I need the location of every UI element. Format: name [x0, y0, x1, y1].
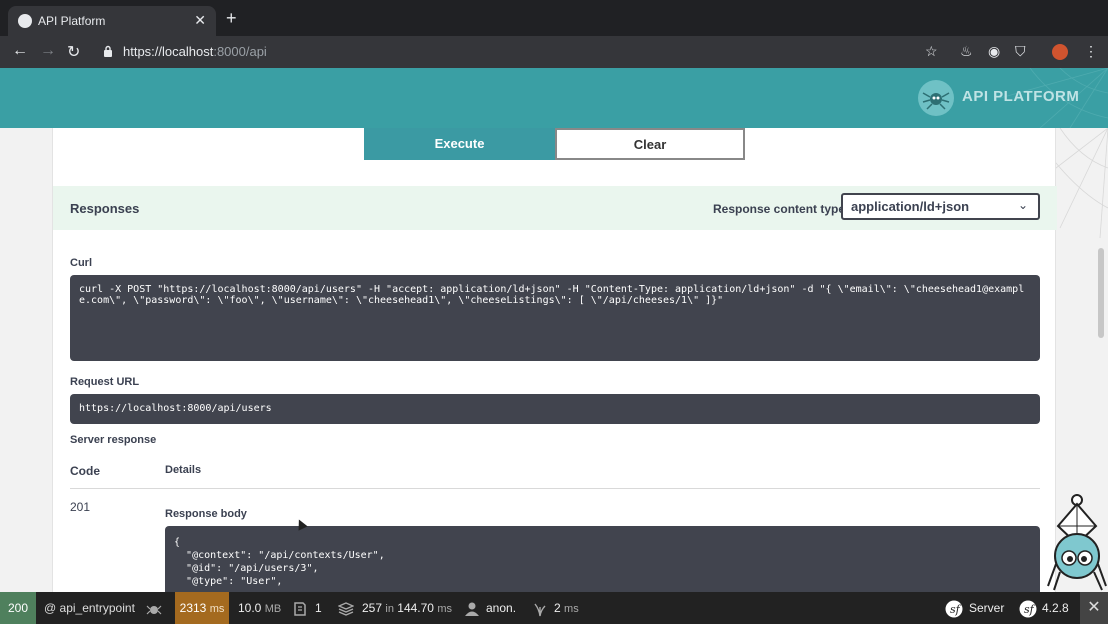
- twig-time-value: 2: [554, 601, 561, 615]
- reload-icon[interactable]: ↻: [67, 42, 80, 62]
- twig-time-unit: ms: [564, 603, 579, 615]
- security-user[interactable]: anon.: [486, 592, 516, 624]
- code-column-header: Code: [70, 464, 100, 478]
- request-time-value: 2313: [179, 601, 207, 615]
- request-time[interactable]: 2313 ms: [175, 592, 229, 624]
- browser-tab-bar: API Platform ✕ +: [0, 0, 1108, 36]
- star-icon[interactable]: ☆: [925, 43, 938, 60]
- twig-render-time[interactable]: 2 ms: [554, 592, 579, 624]
- user-icon[interactable]: [464, 592, 480, 624]
- symfony-debug-toolbar: 200 @ api_entrypoint 2313 ms 10.0 MB 1 2…: [0, 592, 1108, 624]
- url-path: :8000/api: [213, 44, 267, 59]
- twig-icon[interactable]: [533, 592, 547, 624]
- api-platform-icon[interactable]: [146, 592, 162, 624]
- http-client-icon[interactable]: [292, 592, 308, 624]
- menu-kebab-icon[interactable]: ⋮: [1084, 43, 1098, 60]
- tab-title: API Platform: [38, 14, 106, 28]
- new-tab-button[interactable]: +: [226, 8, 237, 29]
- memory-value: 10.0: [238, 601, 262, 615]
- response-status-code: 201: [70, 500, 91, 514]
- browser-toolbar: ← → ↻ https://localhost:8000/api ☆ ♨ ◉ ⛉…: [0, 36, 1108, 68]
- forward-icon[interactable]: →: [40, 42, 56, 60]
- page-scrollbar[interactable]: [1098, 248, 1104, 338]
- responses-title: Responses: [70, 201, 140, 216]
- symfony-version[interactable]: 4.2.8: [1042, 592, 1069, 624]
- http-requests-count[interactable]: 1: [315, 592, 322, 624]
- browser-tab[interactable]: API Platform ✕: [8, 6, 216, 36]
- response-body-box[interactable]: { "@context": "/api/contexts/User", "@id…: [165, 526, 1040, 592]
- logo-text: API PLATFORM: [962, 88, 1080, 105]
- route-name[interactable]: @ api_entrypoint: [44, 592, 135, 624]
- extension-shield-icon[interactable]: ⛉: [1015, 43, 1026, 60]
- symfony-logo-icon[interactable]: sf: [945, 592, 963, 624]
- lock-icon: [104, 45, 112, 57]
- symfony-version-icon[interactable]: sf: [1019, 592, 1037, 624]
- content-type-value: application/ld+json: [851, 199, 970, 214]
- url-host: https://localhost: [123, 44, 214, 59]
- server-label[interactable]: Server: [969, 592, 1004, 624]
- curl-command-box[interactable]: curl -X POST "https://localhost:8000/api…: [70, 275, 1040, 361]
- request-url-label: Request URL: [70, 376, 140, 388]
- api-platform-logo-icon[interactable]: [918, 80, 954, 116]
- db-time-value: 144.70: [397, 601, 434, 615]
- spider-mascot-icon: [1047, 494, 1107, 591]
- profile-avatar[interactable]: [1052, 44, 1068, 60]
- chevron-down-icon: ⌄: [1017, 198, 1028, 212]
- back-icon[interactable]: ←: [12, 42, 28, 60]
- db-in-label: in: [385, 603, 394, 615]
- curl-label: Curl: [70, 257, 92, 269]
- extension-recorder-icon[interactable]: ◉: [988, 43, 1000, 60]
- content-type-label: Response content type: [713, 202, 846, 216]
- request-time-unit: ms: [209, 603, 225, 615]
- toolbar-close-icon[interactable]: ✕: [1080, 592, 1108, 624]
- extension-fire-icon[interactable]: ♨: [960, 43, 973, 60]
- database-icon[interactable]: [338, 592, 354, 624]
- response-body-label: Response body: [165, 508, 247, 520]
- database-queries[interactable]: 257 in 144.70 ms: [362, 592, 452, 624]
- page-content: Execute Clear Responses Response content…: [0, 128, 1108, 592]
- responses-header: Responses Response content type applicat…: [53, 186, 1057, 230]
- memory-unit: MB: [264, 603, 282, 615]
- operation-panel: Execute Clear Responses Response content…: [52, 128, 1057, 592]
- request-url-box[interactable]: https://localhost:8000/api/users: [70, 394, 1040, 424]
- table-divider: [70, 488, 1040, 489]
- status-code-badge[interactable]: 200: [0, 592, 36, 624]
- clear-button[interactable]: Clear: [555, 128, 745, 160]
- execute-button[interactable]: Execute: [364, 128, 555, 160]
- address-bar[interactable]: https://localhost:8000/api: [123, 44, 267, 59]
- details-column-header: Details: [165, 464, 202, 476]
- server-response-label: Server response: [70, 434, 157, 446]
- db-queries-value: 257: [362, 601, 383, 615]
- db-time-unit: ms: [437, 603, 452, 615]
- globe-icon: [18, 14, 32, 28]
- tab-close-icon[interactable]: ✕: [194, 12, 206, 29]
- memory-usage[interactable]: 10.0 MB: [238, 592, 281, 624]
- content-type-select[interactable]: application/ld+json ⌄: [841, 193, 1040, 220]
- app-header: API PLATFORM: [0, 68, 1108, 128]
